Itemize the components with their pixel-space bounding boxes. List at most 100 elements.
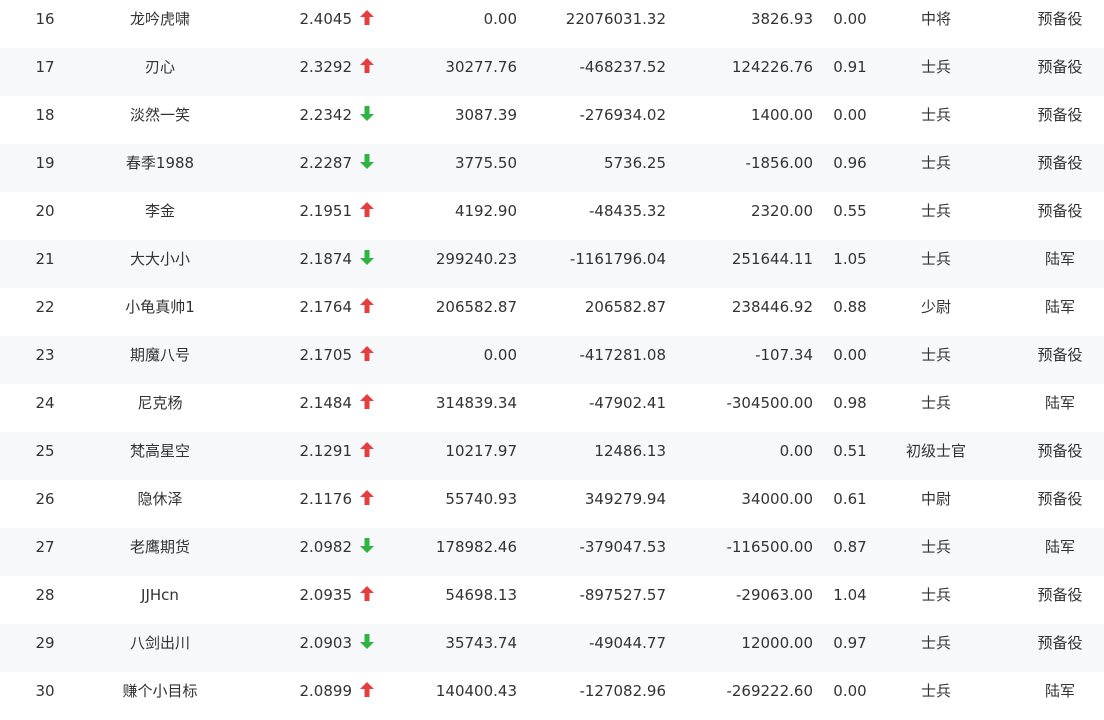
value-cell-2: -417281.08 bbox=[579, 346, 666, 364]
value-cell-3: -29063.00 bbox=[736, 586, 813, 604]
military-rank-cell: 士兵 bbox=[920, 250, 951, 268]
rank-cell: 21 bbox=[35, 250, 55, 268]
table-row[interactable]: 18 淡然一笑 2.2342 3087.39 -276934.02 1400.0… bbox=[0, 96, 1104, 144]
rank-cell: 17 bbox=[35, 58, 55, 76]
table-row[interactable]: 29 八剑出川 2.0903 35743.74 -49044.77 12000.… bbox=[0, 624, 1104, 672]
ratio-cell: 0.55 bbox=[833, 202, 867, 220]
user-name-cell[interactable]: 大大小小 bbox=[80, 240, 240, 288]
value-cell-3: 251644.11 bbox=[731, 250, 813, 268]
score-cell: 2.1764 bbox=[299, 298, 353, 316]
trend-down-icon bbox=[360, 240, 378, 278]
value-cell-1: 4192.90 bbox=[454, 202, 517, 220]
branch-cell: 预备役 bbox=[1037, 586, 1083, 604]
table-row[interactable]: 17 刃心 2.3292 30277.76 -468237.52 124226.… bbox=[0, 48, 1104, 96]
table-row[interactable]: 21 大大小小 2.1874 299240.23 -1161796.04 251… bbox=[0, 240, 1104, 288]
rank-cell: 20 bbox=[35, 202, 55, 220]
user-name-cell[interactable]: 小龟真帅1 bbox=[80, 288, 240, 336]
user-name-cell[interactable]: 梵高星空 bbox=[80, 432, 240, 480]
table-row[interactable]: 19 春季1988 2.2287 3775.50 5736.25 -1856.0… bbox=[0, 144, 1104, 192]
value-cell-1: 35743.74 bbox=[445, 634, 517, 652]
branch-cell: 预备役 bbox=[1037, 10, 1083, 28]
user-name-cell[interactable]: 八剑出川 bbox=[80, 624, 240, 672]
value-cell-3: 3826.93 bbox=[750, 10, 813, 28]
table-row[interactable]: 24 尼克杨 2.1484 314839.34 -47902.41 -30450… bbox=[0, 384, 1104, 432]
table-row[interactable]: 25 梵高星空 2.1291 10217.97 12486.13 0.00 0.… bbox=[0, 432, 1104, 480]
user-name-cell[interactable]: 淡然一笑 bbox=[80, 96, 240, 144]
value-cell-3: 12000.00 bbox=[741, 634, 813, 652]
value-cell-2: 349279.94 bbox=[584, 490, 666, 508]
value-cell-1: 299240.23 bbox=[435, 250, 517, 268]
table-row[interactable]: 20 李金 2.1951 4192.90 -48435.32 2320.00 0… bbox=[0, 192, 1104, 240]
user-name-cell[interactable]: JJHcn bbox=[80, 576, 240, 624]
table-row[interactable]: 26 隐休泽 2.1176 55740.93 349279.94 34000.0… bbox=[0, 480, 1104, 528]
ratio-cell: 0.51 bbox=[833, 442, 867, 460]
rank-cell: 23 bbox=[35, 346, 55, 364]
value-cell-2: -48435.32 bbox=[589, 202, 666, 220]
ratio-cell: 0.96 bbox=[833, 154, 867, 172]
value-cell-1: 3087.39 bbox=[454, 106, 517, 124]
score-cell: 2.3292 bbox=[299, 58, 353, 76]
user-name-cell[interactable]: 赚个小目标 bbox=[80, 672, 240, 720]
table-row[interactable]: 27 老鹰期货 2.0982 178982.46 -379047.53 -116… bbox=[0, 528, 1104, 576]
ratio-cell: 1.05 bbox=[833, 250, 867, 268]
value-cell-1: 10217.97 bbox=[445, 442, 517, 460]
user-name-cell[interactable]: 隐休泽 bbox=[80, 480, 240, 528]
value-cell-3: -304500.00 bbox=[726, 394, 813, 412]
ratio-cell: 0.61 bbox=[833, 490, 867, 508]
branch-cell: 陆军 bbox=[1044, 538, 1075, 556]
military-rank-cell: 中尉 bbox=[920, 490, 951, 508]
branch-cell: 预备役 bbox=[1037, 490, 1083, 508]
trend-up-icon bbox=[360, 336, 378, 374]
military-rank-cell: 少尉 bbox=[920, 298, 951, 316]
rank-cell: 26 bbox=[35, 490, 55, 508]
score-cell: 2.1176 bbox=[299, 490, 353, 508]
value-cell-1: 30277.76 bbox=[445, 58, 517, 76]
user-name-cell[interactable]: 龙吟虎啸 bbox=[80, 0, 240, 48]
user-name-cell[interactable]: 刃心 bbox=[80, 48, 240, 96]
table-row[interactable]: 22 小龟真帅1 2.1764 206582.87 206582.87 2384… bbox=[0, 288, 1104, 336]
trend-down-icon bbox=[360, 528, 378, 566]
rank-cell: 25 bbox=[35, 442, 55, 460]
user-name-cell[interactable]: 李金 bbox=[80, 192, 240, 240]
value-cell-3: 34000.00 bbox=[741, 490, 813, 508]
rank-cell: 22 bbox=[35, 298, 55, 316]
branch-cell: 预备役 bbox=[1037, 202, 1083, 220]
score-cell: 2.1705 bbox=[299, 346, 353, 364]
table-row[interactable]: 16 龙吟虎啸 2.4045 0.00 22076031.32 3826.93 … bbox=[0, 0, 1104, 48]
user-name-cell[interactable]: 老鹰期货 bbox=[80, 528, 240, 576]
value-cell-2: -897527.57 bbox=[579, 586, 666, 604]
value-cell-3: -1856.00 bbox=[745, 154, 813, 172]
branch-cell: 陆军 bbox=[1044, 682, 1075, 700]
ratio-cell: 0.00 bbox=[833, 106, 867, 124]
table-row[interactable]: 28 JJHcn 2.0935 54698.13 -897527.57 -290… bbox=[0, 576, 1104, 624]
branch-cell: 预备役 bbox=[1037, 106, 1083, 124]
score-cell: 2.0935 bbox=[299, 586, 353, 604]
table-row[interactable]: 23 期魔八号 2.1705 0.00 -417281.08 -107.34 0… bbox=[0, 336, 1104, 384]
trend-up-icon bbox=[360, 480, 378, 518]
ratio-cell: 0.00 bbox=[833, 346, 867, 364]
trend-up-icon bbox=[360, 576, 378, 614]
rank-cell: 28 bbox=[35, 586, 55, 604]
military-rank-cell: 士兵 bbox=[920, 346, 951, 364]
rank-cell: 29 bbox=[35, 634, 55, 652]
rank-cell: 18 bbox=[35, 106, 55, 124]
value-cell-2: -127082.96 bbox=[579, 682, 666, 700]
score-cell: 2.2287 bbox=[299, 154, 353, 172]
rank-cell: 30 bbox=[35, 682, 55, 700]
value-cell-1: 54698.13 bbox=[445, 586, 517, 604]
score-cell: 2.0899 bbox=[299, 682, 353, 700]
value-cell-1: 0.00 bbox=[483, 346, 517, 364]
user-name-cell[interactable]: 期魔八号 bbox=[80, 336, 240, 384]
ratio-cell: 0.88 bbox=[833, 298, 867, 316]
branch-cell: 预备役 bbox=[1037, 442, 1083, 460]
branch-cell: 预备役 bbox=[1037, 634, 1083, 652]
table-row[interactable]: 30 赚个小目标 2.0899 140400.43 -127082.96 -26… bbox=[0, 672, 1104, 720]
trend-up-icon bbox=[360, 192, 378, 230]
user-name-cell[interactable]: 春季1988 bbox=[80, 144, 240, 192]
ratio-cell: 0.97 bbox=[833, 634, 867, 652]
military-rank-cell: 士兵 bbox=[920, 154, 951, 172]
value-cell-2: -379047.53 bbox=[579, 538, 666, 556]
value-cell-3: 238446.92 bbox=[731, 298, 813, 316]
rank-cell: 27 bbox=[35, 538, 55, 556]
user-name-cell[interactable]: 尼克杨 bbox=[80, 384, 240, 432]
